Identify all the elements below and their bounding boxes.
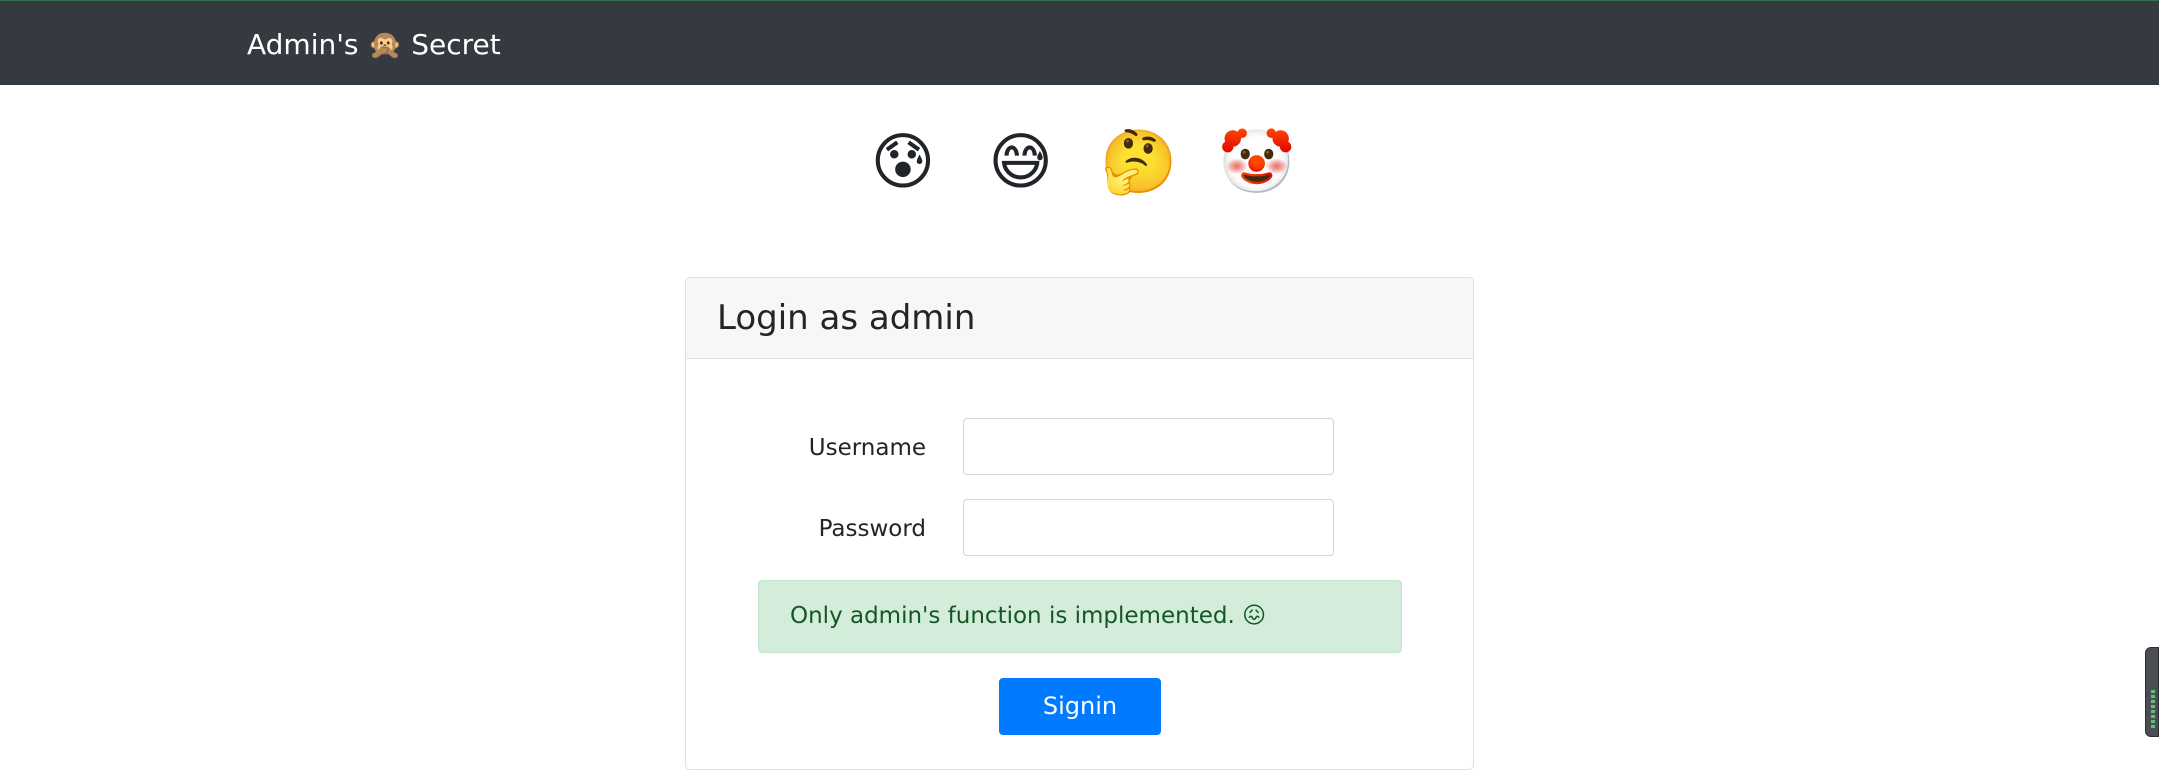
top-navbar: Admin's 🙊 Secret [0, 0, 2159, 85]
login-title: Login as admin [717, 298, 976, 338]
brand-prefix: Admin's [247, 28, 359, 61]
grinning-face-with-sweat-icon: 😅 [988, 125, 1053, 198]
speak-no-evil-monkey-icon: 🙊 [367, 28, 403, 61]
navbar-brand[interactable]: Admin's 🙊 Secret [247, 25, 501, 65]
level-meter-icon [2151, 688, 2155, 728]
emoji-row: 😰 😅 🤔 🤡 [0, 124, 2159, 200]
alert-text: Only admin's function is implemented. [790, 603, 1235, 629]
password-label: Password [818, 516, 926, 542]
confounded-face-icon: 😖 [1242, 603, 1267, 629]
username-input[interactable] [963, 418, 1334, 475]
anxious-face-with-sweat-icon: 😰 [870, 125, 936, 198]
login-card-header: Login as admin [686, 278, 1473, 359]
signin-button[interactable]: Signin [999, 678, 1161, 735]
thinking-face-icon: 🤔 [1100, 125, 1178, 198]
password-input[interactable] [963, 499, 1334, 556]
clown-face-icon: 🤡 [1218, 125, 1296, 198]
info-alert: Only admin's function is implemented. 😖 [758, 580, 1402, 653]
side-panel-handle[interactable] [2145, 647, 2159, 737]
login-card: Login as admin Username Password Only ad… [685, 277, 1474, 770]
brand-suffix: Secret [411, 28, 501, 61]
username-label: Username [808, 435, 926, 461]
